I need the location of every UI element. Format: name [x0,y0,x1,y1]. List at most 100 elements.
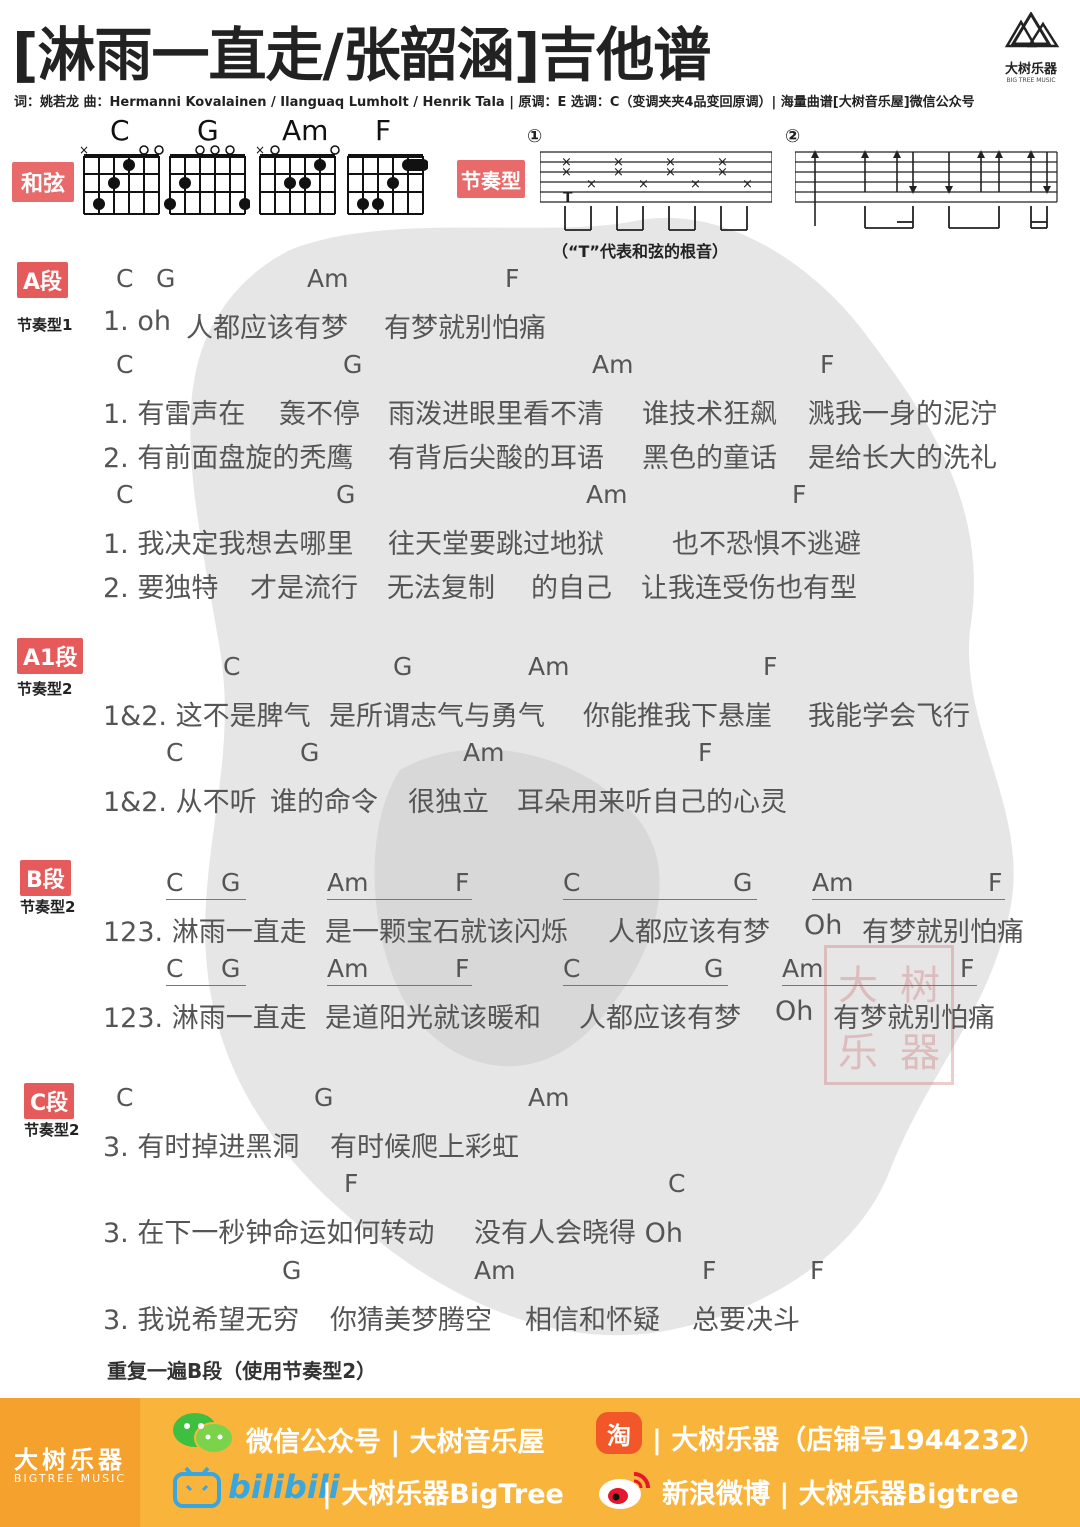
taobao-icon[interactable]: 淘 [596,1412,642,1454]
rhythm-pattern-1: ××× ××× ××× ××× [540,151,772,231]
chord-label: G [336,480,356,509]
chord-label: F [763,652,778,681]
lyric-line: 你能推我下悬崖 [583,701,772,732]
svg-text:×: × [561,165,572,180]
lyric-line: 轰不停 [279,399,360,430]
section-b-rhythm: 节奏型2 [20,898,76,916]
svg-text:×: × [690,177,701,192]
song-credits: 词：姚若龙 曲：Hermanni Kovalainen / Ilanguaq L… [14,95,975,110]
chord-label: C [116,1083,134,1112]
lyric-line: 3. 在下一秒钟命运如何转动 [103,1218,435,1249]
lyric-line: 总要决斗 [692,1305,800,1336]
taobao-link[interactable]: | 大树乐器（店铺号1944232） [652,1418,1046,1457]
lyric-line: 人都应该有梦 [186,313,348,344]
chord-underline [327,899,472,900]
chord-label: Am [463,738,505,767]
chord-label: F [702,1256,717,1285]
svg-text:×: × [665,165,676,180]
chord-underline [782,985,977,986]
lyric-line: 1&2. 从不听 [103,787,257,818]
lyric-line: 谁技术狂飙 [642,399,777,430]
lyric-line: 让我连受伤也有型 [641,573,857,604]
lyric-line: 人都应该有梦 [608,917,770,948]
lyric-line: 你猜美梦腾空 [330,1305,492,1336]
lyric-line: 往天堂要跳过地狱 [388,529,604,560]
lyric-line: 雨泼进眼里看不清 [388,399,604,430]
lyric-line: 1. 我决定我想去哪里 [103,529,354,560]
bilibili-link[interactable]: | 大树乐器BigTree [322,1472,564,1511]
lyric-line: 1. oh [103,306,171,337]
bilibili-tv-icon[interactable] [172,1466,222,1510]
chord-label: C [223,652,241,681]
lyric-line: 才是流行 [250,573,358,604]
chord-underline [327,985,472,986]
root-mark: T [563,190,573,206]
section-a1-badge: A1段 [17,638,84,674]
chord-label: G [282,1256,302,1285]
section-a-badge: A段 [17,262,69,298]
chord-label: C [116,480,134,509]
tree-icon [1004,11,1060,48]
chord-label: C [563,868,581,897]
chord-name-f: F [375,114,392,147]
chord-label: F [960,954,975,983]
lyric-line: 的自己 [531,573,612,604]
weibo-icon[interactable] [596,1466,652,1512]
lyric-line: 1&2. 这不是脾气 [103,701,311,732]
lyric-line: 溅我一身的泥泞 [808,399,997,430]
lyric-line: 很独立 [408,787,489,818]
logo-text: 大树乐器 [1004,62,1057,77]
chord-label: C [116,264,134,293]
chord-label: Am [592,350,634,379]
chord-label: Am [327,868,369,897]
lyric-line: 是所谓志气与勇气 [329,701,545,732]
lyric-line: 我能学会飞行 [808,701,970,732]
chord-label: C [668,1169,686,1198]
chord-underline [166,899,246,900]
lyric-line: 有时候爬上彩虹 [330,1132,519,1163]
footer-bar: 大树乐器 BIGTREE MUSIC 微信公众号 | 大树音乐屋 bilibil… [0,1398,1080,1527]
lyric-line: 耳朵用来听自己的心灵 [517,787,787,818]
chord-label: Am [528,652,570,681]
chord-label: Am [586,480,628,509]
chord-label: G [221,954,241,983]
lyric-line: 2. 要独特 [103,573,219,604]
chord-label: C [166,738,184,767]
chord-label: G [733,868,753,897]
weibo-link[interactable]: 新浪微博 | 大树乐器Bigtree [662,1472,1019,1511]
chord-label: G [221,868,241,897]
chord-label: F [698,738,713,767]
rhythm-badge: 节奏型 [457,160,525,198]
lyric-line: 有梦就别怕痛 [862,917,1024,948]
lyric-line: 有梦就别怕痛 [384,313,546,344]
section-b-badge: B段 [20,860,71,896]
chords-badge: 和弦 [12,162,74,202]
chord-label: Am [528,1083,570,1112]
chord-underline [563,899,757,900]
wechat-link[interactable]: 微信公众号 | 大树音乐屋 [246,1420,545,1459]
brand-logo: 大树乐器 BIG TREE MUSIC [995,11,1067,84]
chord-label: Am [474,1256,516,1285]
chord-label: F [344,1169,359,1198]
chord-label: G [704,954,724,983]
chord-label: Am [307,264,349,293]
wechat-icon[interactable] [170,1410,236,1456]
chord-label: G [314,1083,334,1112]
chord-label: Am [812,868,854,897]
svg-text:×: × [717,165,728,180]
repeat-instruction: 重复一遍B段（使用节奏型2） [107,1359,377,1383]
svg-text:×: × [638,177,649,192]
lyric-line: 有背后尖酸的耳语 [388,443,604,474]
chord-label: F [820,350,835,379]
logo-subtext: BIG TREE MUSIC [1006,77,1056,84]
rhythm-pattern-1-number: ① [527,126,543,147]
footer-logo-text: 大树乐器 [14,1446,126,1474]
chord-label: F [810,1256,825,1285]
chord-label: F [792,480,807,509]
chord-diagram-f [347,154,428,215]
chord-label: C [166,868,184,897]
chord-underline [563,985,728,986]
svg-text:×: × [742,177,753,192]
chord-label: Am [327,954,369,983]
chord-diagram-c: × [79,144,164,215]
